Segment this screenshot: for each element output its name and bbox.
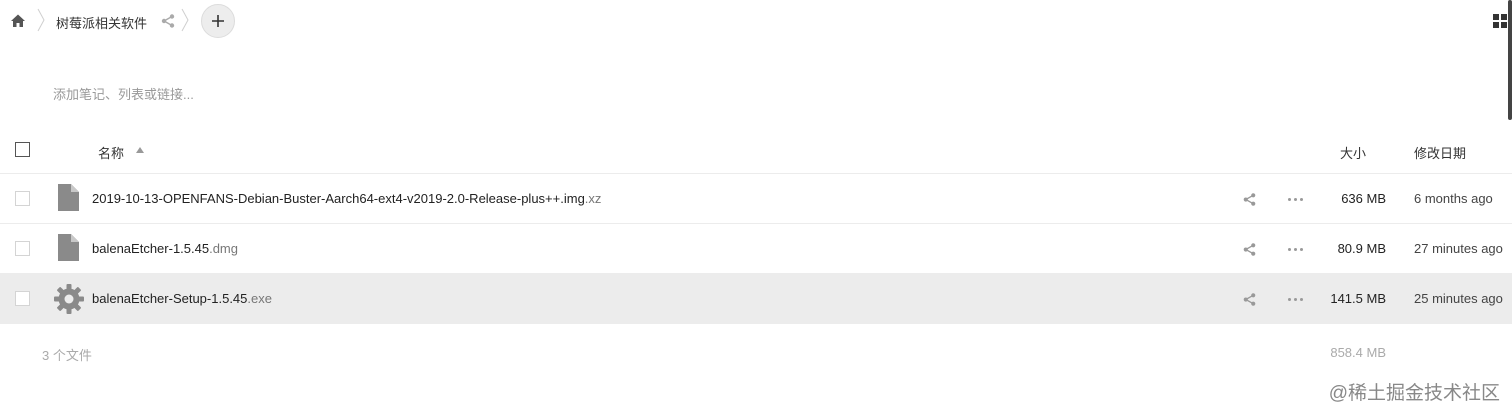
more-options-icon[interactable]: [1287, 192, 1304, 207]
share-icon[interactable]: [160, 13, 176, 29]
breadcrumb-folder[interactable]: 树莓派相关软件: [56, 13, 147, 32]
file-basename: balenaEtcher-1.5.45: [92, 241, 210, 256]
breadcrumb-separator-icon: [181, 8, 189, 32]
grid-icon[interactable]: [1493, 14, 1507, 28]
share-icon[interactable]: [1242, 242, 1257, 257]
file-extension: .xz: [584, 191, 602, 206]
file-icon: [58, 234, 79, 261]
modified-column-header[interactable]: 修改日期: [1414, 143, 1466, 162]
file-extension: .dmg: [209, 241, 238, 256]
file-modified: 6 months ago: [1414, 191, 1493, 206]
select-all-checkbox[interactable]: [15, 142, 30, 157]
total-size-summary: 858.4 MB: [1330, 345, 1386, 360]
file-size: 636 MB: [1341, 191, 1386, 206]
file-modified: 25 minutes ago: [1414, 291, 1503, 306]
sort-ascending-icon[interactable]: [136, 147, 144, 153]
notes-field[interactable]: 添加笔记、列表或链接...: [53, 84, 194, 103]
table-row[interactable]: 2019-10-13-OPENFANS-Debian-Buster-Aarch6…: [0, 174, 1512, 224]
file-icon: [58, 184, 79, 211]
file-name[interactable]: balenaEtcher-1.5.45.dmg: [92, 241, 238, 256]
file-extension: .exe: [247, 291, 272, 306]
more-options-icon[interactable]: [1287, 292, 1304, 307]
share-icon[interactable]: [1242, 292, 1257, 307]
table-header: 名称 大小 修改日期: [0, 128, 1512, 174]
file-name[interactable]: 2019-10-13-OPENFANS-Debian-Buster-Aarch6…: [92, 191, 601, 206]
row-checkbox[interactable]: [15, 241, 30, 256]
file-size: 80.9 MB: [1337, 241, 1386, 256]
row-checkbox[interactable]: [15, 291, 30, 306]
top-bar: 树莓派相关软件: [0, 0, 1512, 44]
file-size: 141.5 MB: [1330, 291, 1386, 306]
size-column-header[interactable]: 大小: [1340, 143, 1366, 162]
file-modified: 27 minutes ago: [1414, 241, 1503, 256]
file-basename: balenaEtcher-Setup-1.5.45: [92, 291, 248, 306]
table-row[interactable]: balenaEtcher-1.5.45.dmg 80.9 MB 27 minut…: [0, 224, 1512, 274]
home-icon[interactable]: [10, 13, 26, 29]
row-checkbox[interactable]: [15, 191, 30, 206]
breadcrumb-separator-icon: [37, 8, 45, 32]
file-count-summary: 3 个文件: [42, 348, 92, 363]
table-row[interactable]: balenaEtcher-Setup-1.5.45.exe 141.5 MB 2…: [0, 274, 1512, 324]
file-name[interactable]: balenaEtcher-Setup-1.5.45.exe: [92, 291, 272, 306]
name-column-header[interactable]: 名称: [98, 143, 124, 162]
watermark: @稀土掘金技术社区: [1328, 383, 1500, 404]
more-options-icon[interactable]: [1287, 242, 1304, 257]
file-basename: 2019-10-13-OPENFANS-Debian-Buster-Aarch6…: [92, 191, 585, 206]
share-icon[interactable]: [1242, 192, 1257, 207]
scrollbar[interactable]: [1508, 0, 1512, 120]
add-new-button[interactable]: [201, 4, 235, 38]
gear-icon: [54, 284, 84, 314]
plus-icon: [212, 15, 224, 27]
